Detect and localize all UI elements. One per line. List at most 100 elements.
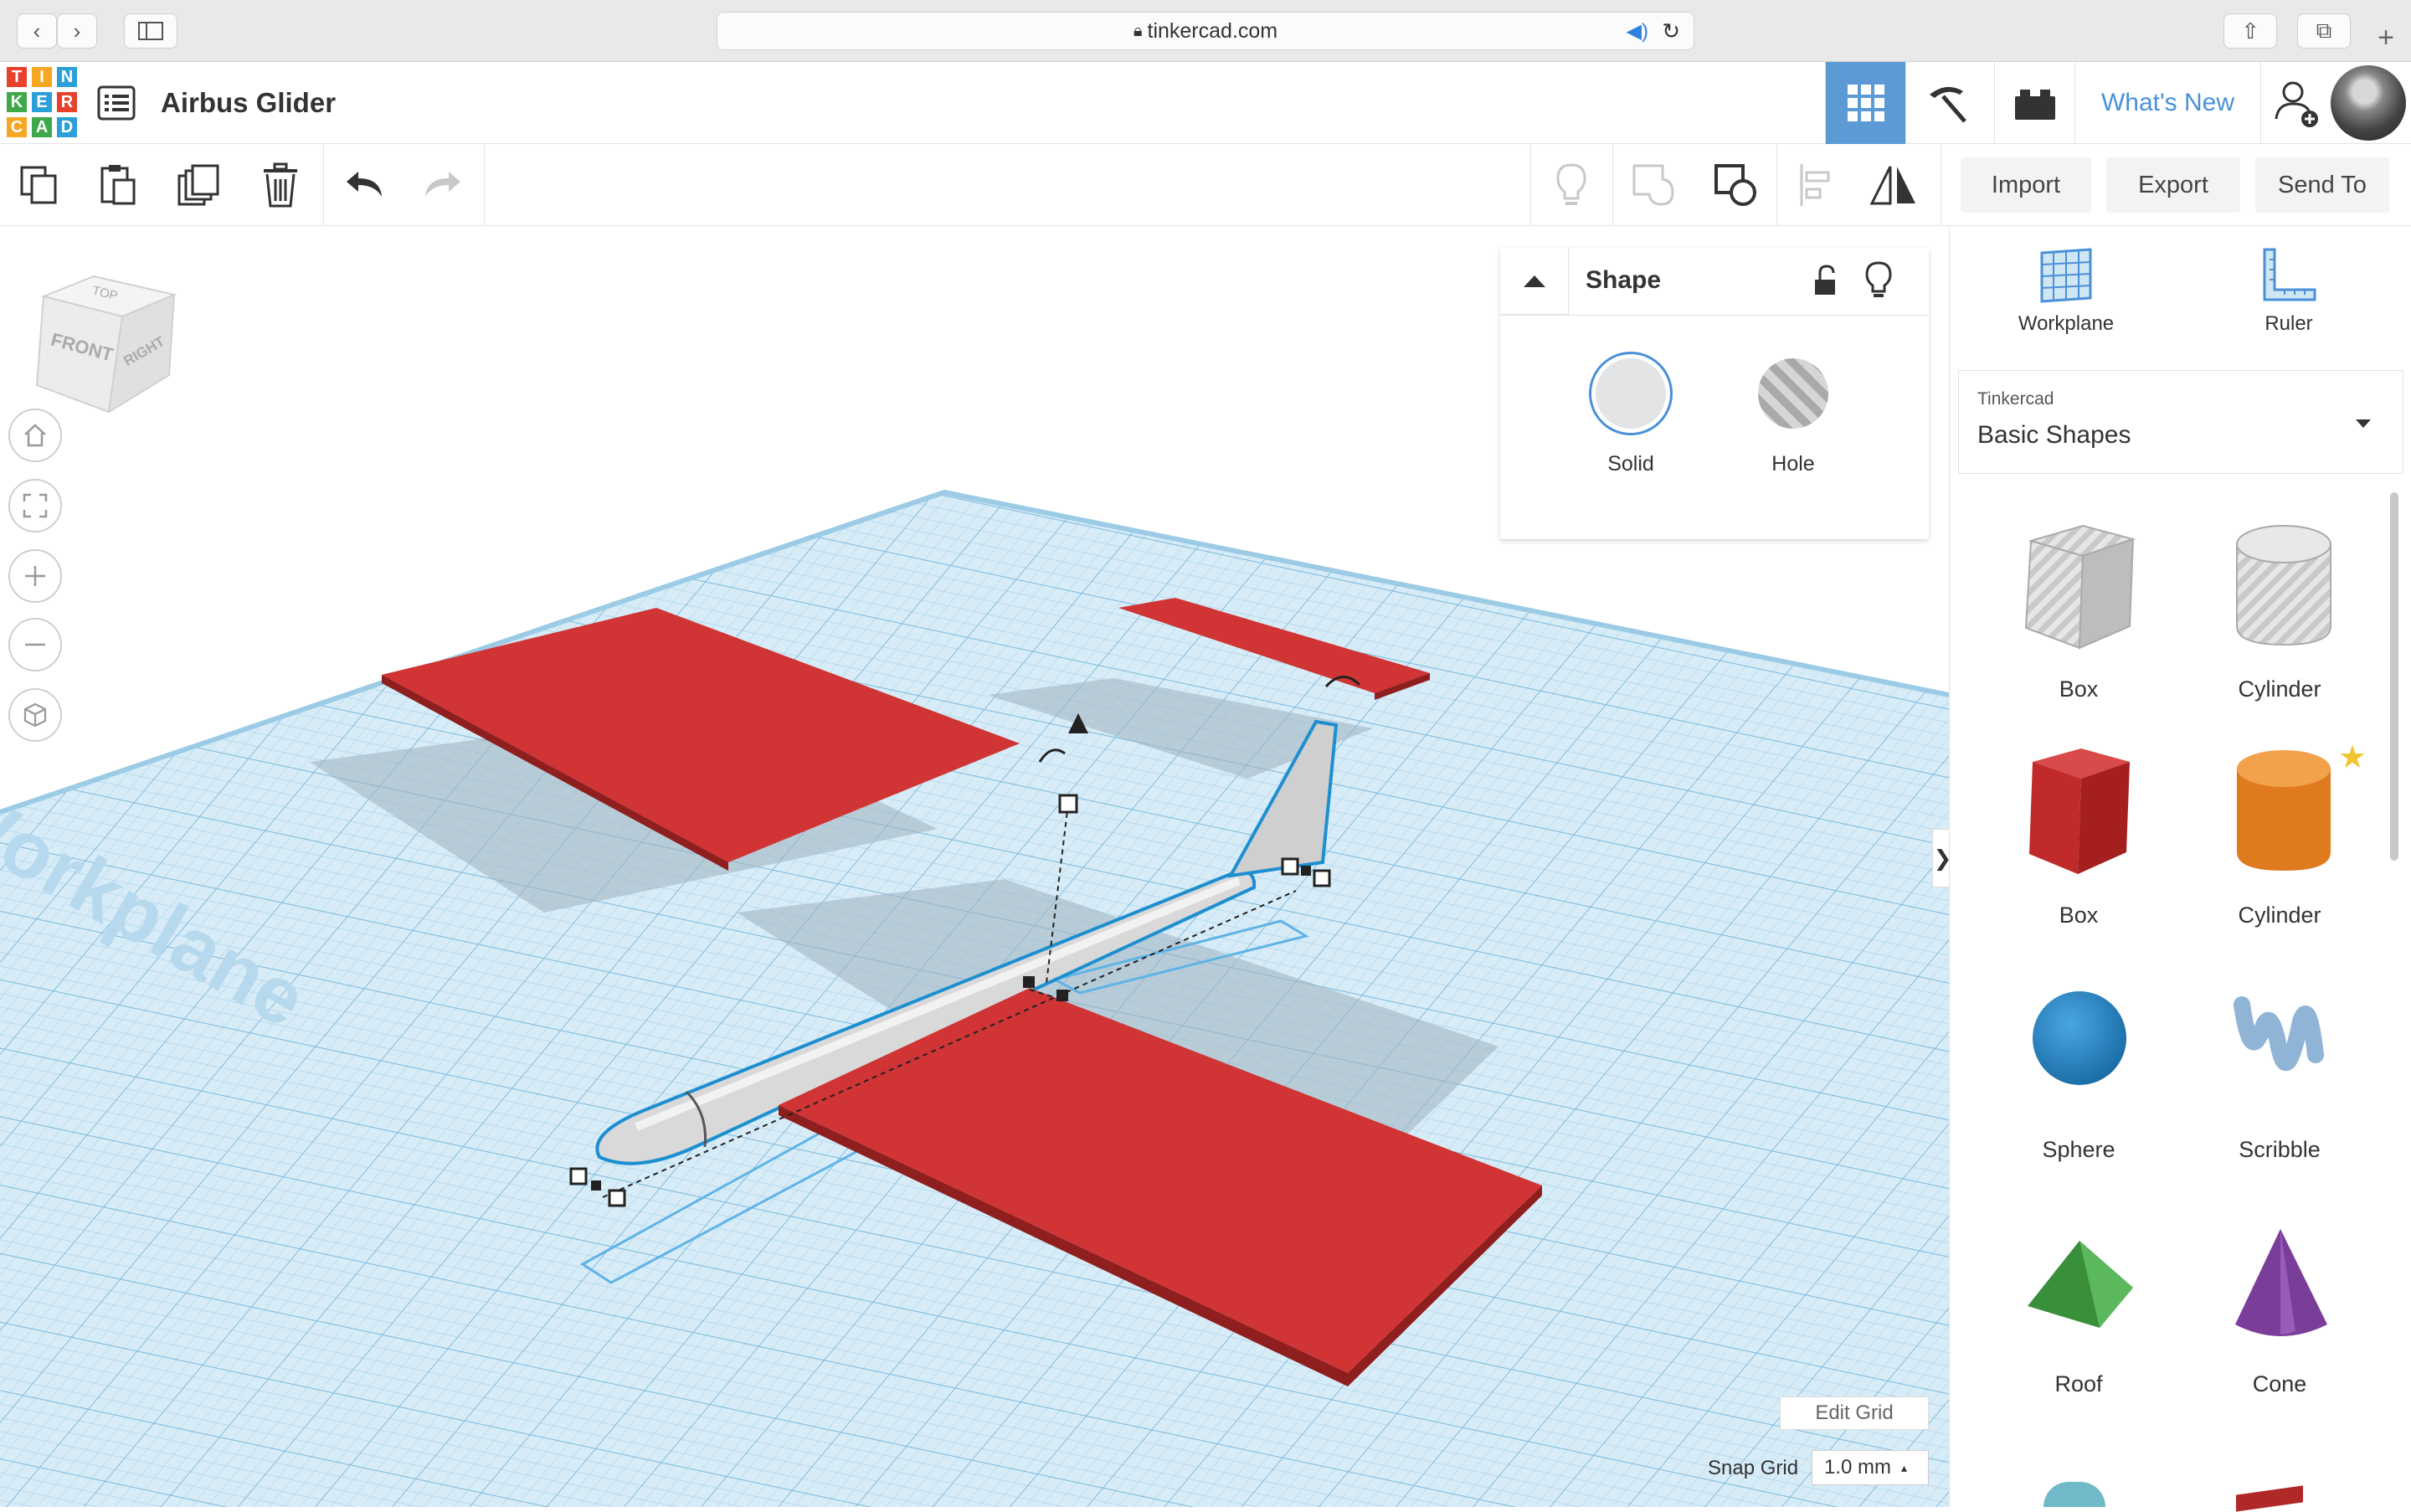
cube-icon xyxy=(23,702,47,728)
invite-user-button[interactable] xyxy=(2260,62,2331,144)
shape-partial[interactable] xyxy=(2236,1485,2303,1512)
whats-new-link[interactable]: What's New xyxy=(2074,62,2260,144)
mirror-button[interactable] xyxy=(1855,144,1932,226)
sphere-icon xyxy=(2033,991,2126,1085)
shape-label: Scribble xyxy=(2239,1137,2321,1162)
list-icon xyxy=(97,85,136,121)
shape-sphere[interactable]: Sphere xyxy=(1995,971,2162,1189)
home-view-button[interactable] xyxy=(8,409,62,462)
home-icon xyxy=(24,424,46,447)
fit-view-button[interactable] xyxy=(8,479,62,532)
cylinder-solid-icon xyxy=(2237,750,2331,871)
redo-button[interactable] xyxy=(404,144,482,226)
corner-handle[interactable] xyxy=(1281,857,1299,876)
library-provider: Tinkercad xyxy=(1977,389,2054,409)
edit-grid-button[interactable]: Edit Grid xyxy=(1780,1396,1929,1430)
minus-icon xyxy=(25,643,45,646)
delete-button[interactable] xyxy=(241,144,320,226)
trash-icon xyxy=(264,162,297,208)
tinkercad-logo[interactable]: T I N K E R C A D xyxy=(7,67,77,137)
hole-option[interactable] xyxy=(1751,352,1835,435)
undo-button[interactable] xyxy=(325,144,404,226)
pickaxe-icon xyxy=(1929,86,1966,123)
app-header: T I N K E R C A D Airbus Glider What's N… xyxy=(0,62,2411,144)
center-handle[interactable] xyxy=(1023,976,1035,988)
edit-toolbar: Import Export Send To xyxy=(0,144,2411,226)
collapse-sidebar-button[interactable]: ❯ xyxy=(1932,829,1949,887)
add-user-icon xyxy=(2275,81,2318,127)
corner-handle[interactable] xyxy=(1313,869,1331,887)
grid-icon xyxy=(1847,85,1884,121)
shape-roof[interactable]: Roof xyxy=(1995,1206,2162,1423)
sidebar-icon xyxy=(138,22,163,40)
workplane-tool-label: Workplane xyxy=(2018,312,2115,335)
sidebar-toggle-button[interactable] xyxy=(124,13,177,49)
collapse-panel-button[interactable] xyxy=(1500,248,1569,315)
visibility-button[interactable] xyxy=(1864,260,1897,301)
box-hole-icon xyxy=(2024,524,2136,650)
address-bar[interactable]: 🔒︎ tinkercad.com ◀) ↻ xyxy=(717,12,1694,50)
avatar[interactable] xyxy=(2331,65,2406,141)
ruler-tool[interactable]: Ruler xyxy=(2234,243,2343,343)
shape-box-hole[interactable]: Box xyxy=(1995,511,2162,728)
view-cube[interactable]: TOP FRONT RIGHT xyxy=(35,268,177,419)
shape-cylinder-hole[interactable]: Cylinder xyxy=(2196,511,2363,728)
speaker-icon[interactable]: ◀) xyxy=(1627,19,1648,44)
design-title[interactable]: Airbus Glider xyxy=(161,87,336,119)
shape-label: Cylinder xyxy=(2238,903,2321,928)
shape-box-solid[interactable]: Box xyxy=(1995,737,2162,954)
share-button[interactable]: ⇧ xyxy=(2223,13,2277,49)
copy-button[interactable] xyxy=(0,144,79,226)
shape-label: Roof xyxy=(2054,1371,2103,1396)
group-button[interactable] xyxy=(1614,144,1693,226)
ungroup-button[interactable] xyxy=(1696,144,1775,226)
perspective-button[interactable] xyxy=(8,688,62,742)
lock-button[interactable] xyxy=(1812,263,1845,300)
notes-button[interactable] xyxy=(1532,144,1611,226)
edge-handle[interactable] xyxy=(1301,866,1311,876)
shape-cone[interactable]: Cone xyxy=(2196,1206,2363,1423)
logo-letter: I xyxy=(32,67,52,87)
zoom-in-button[interactable] xyxy=(8,549,62,603)
redo-icon xyxy=(425,172,460,197)
blocks-tab[interactable] xyxy=(1905,62,1986,144)
sidebar-scrollbar-thumb[interactable] xyxy=(2390,492,2398,861)
bricks-tab[interactable] xyxy=(1994,62,2074,144)
design-list-button[interactable] xyxy=(97,84,136,122)
corner-handle[interactable] xyxy=(608,1189,626,1207)
workplane-icon xyxy=(2040,248,2092,303)
new-tab-button[interactable]: + xyxy=(2369,22,2403,55)
zoom-out-button[interactable] xyxy=(8,618,62,671)
snap-grid-select[interactable]: 1.0 mm ▴ xyxy=(1812,1450,1929,1485)
roof-icon xyxy=(2028,1241,2133,1328)
logo-letter: A xyxy=(32,117,52,137)
shape-scribble[interactable]: Scribble xyxy=(2196,971,2363,1189)
shape-partial[interactable] xyxy=(2043,1482,2105,1507)
forward-button[interactable]: › xyxy=(57,13,97,49)
align-button[interactable] xyxy=(1778,144,1855,226)
toolbar-divider xyxy=(323,144,324,226)
paste-button[interactable] xyxy=(79,144,157,226)
workplane-tool[interactable]: Workplane xyxy=(2012,243,2121,343)
send-to-button[interactable]: Send To xyxy=(2255,157,2389,213)
reload-icon[interactable]: ↻ xyxy=(1662,18,1680,44)
corner-handle[interactable] xyxy=(569,1167,588,1185)
solid-swatch xyxy=(1596,358,1666,429)
duplicate-button[interactable] xyxy=(161,144,239,226)
shape-label: Box xyxy=(2059,903,2099,928)
browser-toolbar: ‹ › 🔒︎ tinkercad.com ◀) ↻ ⇧ ⧉ + xyxy=(0,0,2411,62)
export-button[interactable]: Export xyxy=(2106,157,2240,213)
shape-inspector: Shape Solid Hole xyxy=(1500,248,1929,539)
center-handle[interactable] xyxy=(1056,990,1068,1001)
tabs-button[interactable]: ⧉ xyxy=(2297,13,2351,49)
chevron-right-icon: ❯ xyxy=(1934,846,1949,872)
solid-option[interactable] xyxy=(1589,352,1673,435)
shape-library-select[interactable]: Tinkercad Basic Shapes xyxy=(1958,370,2403,474)
logo-letter: E xyxy=(32,92,52,112)
height-handle[interactable] xyxy=(1058,794,1078,814)
edge-handle[interactable] xyxy=(591,1180,601,1191)
lightbulb-icon xyxy=(1865,261,1892,297)
back-button[interactable]: ‹ xyxy=(17,13,57,49)
view-3d-tab[interactable] xyxy=(1825,62,1905,144)
import-button[interactable]: Import xyxy=(1961,157,2091,213)
